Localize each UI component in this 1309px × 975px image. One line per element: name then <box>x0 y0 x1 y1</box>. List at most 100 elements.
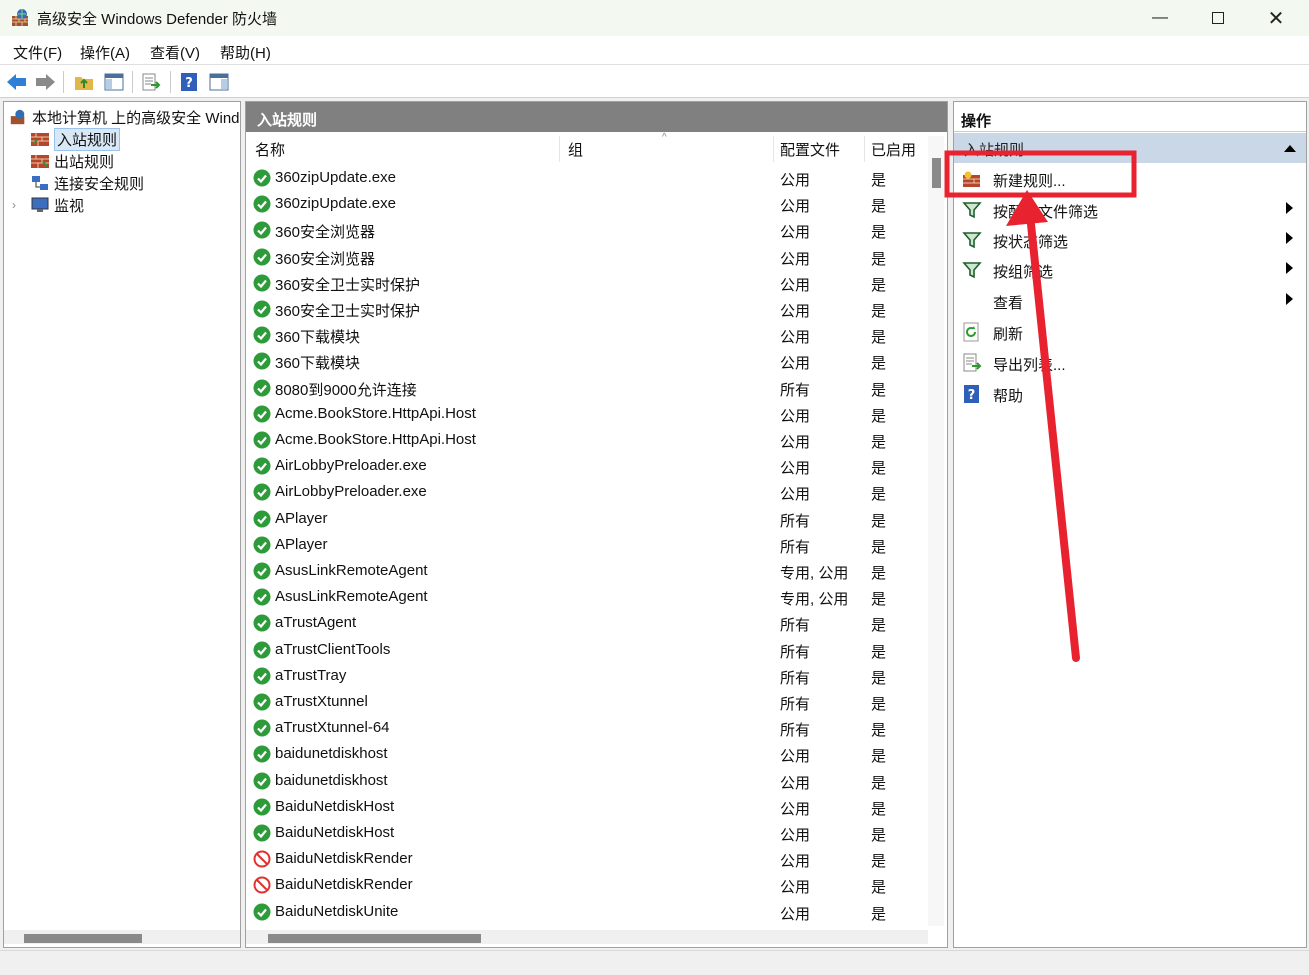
table-row[interactable]: aTrustAgent 所有 是 <box>246 610 926 636</box>
tree-item-inbound-rules[interactable]: 入站规则 <box>30 127 121 151</box>
actions-section-inbound-rules[interactable]: 入站规则 <box>954 133 1306 163</box>
table-row[interactable]: AirLobbyPreloader.exe 公用 是 <box>246 453 926 479</box>
block-icon <box>253 850 271 868</box>
firewall-app-icon <box>12 9 28 26</box>
allow-check-icon <box>253 274 271 292</box>
close-button[interactable]: ✕ <box>1247 0 1305 36</box>
column-header-name[interactable]: 名称 <box>255 139 285 160</box>
table-row[interactable]: aTrustXtunnel 所有 是 <box>246 689 926 715</box>
table-row[interactable]: 360zipUpdate.exe 公用 是 <box>246 191 926 217</box>
rules-horizontal-scrollbar[interactable] <box>246 930 928 944</box>
table-row[interactable]: aTrustTray 所有 是 <box>246 663 926 689</box>
rule-enabled: 是 <box>871 512 887 530</box>
tree-item-monitoring[interactable]: › 监视 <box>12 194 84 216</box>
action-label: 帮助 <box>993 388 1024 405</box>
up-folder-icon[interactable] <box>73 71 95 93</box>
action-label: 新建规则... <box>993 173 1066 190</box>
action-filter-by-group[interactable]: 按组筛选 <box>954 256 1306 284</box>
table-row[interactable]: 360zipUpdate.exe 公用 是 <box>246 165 926 191</box>
menu-view[interactable]: 查看(V) <box>150 42 200 63</box>
allow-check-icon <box>253 326 271 344</box>
filter-icon <box>962 232 982 249</box>
action-view[interactable]: 查看 <box>954 287 1306 315</box>
expand-chevron-icon[interactable]: › <box>12 198 30 212</box>
table-row[interactable]: BaiduNetdiskRender 公用 是 <box>246 846 926 872</box>
rule-enabled: 是 <box>871 696 887 713</box>
scrollbar-thumb[interactable] <box>268 934 481 943</box>
rule-name: baidunetdiskhost <box>275 745 388 763</box>
submenu-arrow-icon <box>1286 293 1293 305</box>
table-row[interactable]: Acme.BookStore.HttpApi.Host 公用 是 <box>246 427 926 453</box>
table-row[interactable]: aTrustClientTools 所有 是 <box>246 637 926 663</box>
menu-help[interactable]: 帮助(H) <box>220 42 271 63</box>
rule-profile: 公用 <box>780 250 811 268</box>
action-filter-by-profile[interactable]: 按配置文件筛选 <box>954 196 1306 224</box>
allow-check-icon <box>253 667 271 685</box>
export-list-icon[interactable] <box>140 71 162 93</box>
scrollbar-thumb[interactable] <box>24 934 142 943</box>
table-row[interactable]: 360安全浏览器 公用 是 <box>246 244 926 270</box>
column-header-group[interactable]: 组 <box>568 139 583 160</box>
allow-check-icon <box>253 798 271 816</box>
table-row[interactable]: aTrustXtunnel-64 所有 是 <box>246 715 926 741</box>
rule-enabled: 是 <box>871 250 887 268</box>
tree-root[interactable]: 本地计算机 上的高级安全 Windows Defender 防火墙 <box>8 106 240 128</box>
table-row[interactable]: 360下载模块 公用 是 <box>246 348 926 374</box>
action-refresh[interactable]: 刷新 <box>954 318 1306 346</box>
table-row[interactable]: 360安全卫士实时保护 公用 是 <box>246 296 926 322</box>
rule-profile: 所有 <box>780 669 811 687</box>
navigation-tree: 本地计算机 上的高级安全 Windows Defender 防火墙 入站规则 出… <box>3 101 241 948</box>
forward-icon[interactable] <box>34 71 56 93</box>
allow-check-icon <box>253 562 271 580</box>
column-header-profile[interactable]: 配置文件 <box>780 139 840 160</box>
table-row[interactable]: 8080到9000允许连接 所有 是 <box>246 375 926 401</box>
column-header-enabled[interactable]: 已启用 <box>871 139 916 160</box>
allow-check-icon <box>253 379 271 397</box>
rule-enabled: 是 <box>871 853 887 871</box>
minimize-button[interactable]: — <box>1131 0 1189 36</box>
table-row[interactable]: 360下载模块 公用 是 <box>246 322 926 348</box>
back-icon[interactable] <box>6 71 28 93</box>
rule-enabled: 是 <box>871 329 887 347</box>
allow-check-icon <box>253 903 271 921</box>
table-row[interactable]: BaiduNetdiskRender 公用 是 <box>246 872 926 898</box>
table-row[interactable]: APlayer 所有 是 <box>246 532 926 558</box>
actions-pane: 操作 入站规则 新建规则... 按配置文件筛选 按状态筛选 按组筛选 查看 刷新 导出列表.… <box>953 101 1307 948</box>
table-row[interactable]: BaiduNetdiskHost 公用 是 <box>246 820 926 846</box>
tree-horizontal-scrollbar[interactable] <box>4 930 240 944</box>
rule-profile: 公用 <box>780 853 811 871</box>
rule-enabled: 是 <box>871 460 887 478</box>
action-pane-icon[interactable] <box>208 71 230 93</box>
table-row[interactable]: 360安全浏览器 公用 是 <box>246 217 926 243</box>
rule-name: AsusLinkRemoteAgent <box>275 562 428 579</box>
scrollbar-thumb[interactable] <box>932 158 941 188</box>
action-new-rule[interactable]: 新建规则... <box>954 165 1306 193</box>
table-row[interactable]: APlayer 所有 是 <box>246 506 926 532</box>
table-row[interactable]: baidunetdiskhost 公用 是 <box>246 741 926 767</box>
allow-check-icon <box>253 824 271 842</box>
rule-enabled: 是 <box>871 722 887 740</box>
rule-profile: 所有 <box>780 696 811 713</box>
action-help[interactable]: ? 帮助 <box>954 380 1306 408</box>
allow-check-icon <box>253 641 271 659</box>
rules-vertical-scrollbar[interactable] <box>928 136 944 926</box>
maximize-button[interactable] <box>1189 0 1247 36</box>
action-export-list[interactable]: 导出列表... <box>954 349 1306 377</box>
collapse-arrow-icon[interactable] <box>1284 145 1296 152</box>
table-row[interactable]: baidunetdiskhost 公用 是 <box>246 768 926 794</box>
help-icon[interactable]: ? <box>178 71 200 93</box>
title-bar: 高级安全 Windows Defender 防火墙 — ✕ <box>0 0 1309 36</box>
menu-action[interactable]: 操作(A) <box>80 42 130 63</box>
table-row[interactable]: BaiduNetdiskHost 公用 是 <box>246 794 926 820</box>
table-row[interactable]: BaiduNetdiskUnite 公用 是 <box>246 899 926 925</box>
show-hide-tree-icon[interactable] <box>103 71 125 93</box>
action-filter-by-state[interactable]: 按状态筛选 <box>954 226 1306 254</box>
menu-file[interactable]: 文件(F) <box>13 42 62 63</box>
tree-item-connection-security-rules[interactable]: 连接安全规则 <box>30 172 144 194</box>
tree-item-outbound-rules[interactable]: 出站规则 <box>30 150 114 172</box>
table-row[interactable]: 360安全卫士实时保护 公用 是 <box>246 270 926 296</box>
table-row[interactable]: Acme.BookStore.HttpApi.Host 公用 是 <box>246 401 926 427</box>
table-row[interactable]: AsusLinkRemoteAgent 专用, 公用 是 <box>246 584 926 610</box>
table-row[interactable]: AirLobbyPreloader.exe 公用 是 <box>246 479 926 505</box>
table-row[interactable]: AsusLinkRemoteAgent 专用, 公用 是 <box>246 558 926 584</box>
